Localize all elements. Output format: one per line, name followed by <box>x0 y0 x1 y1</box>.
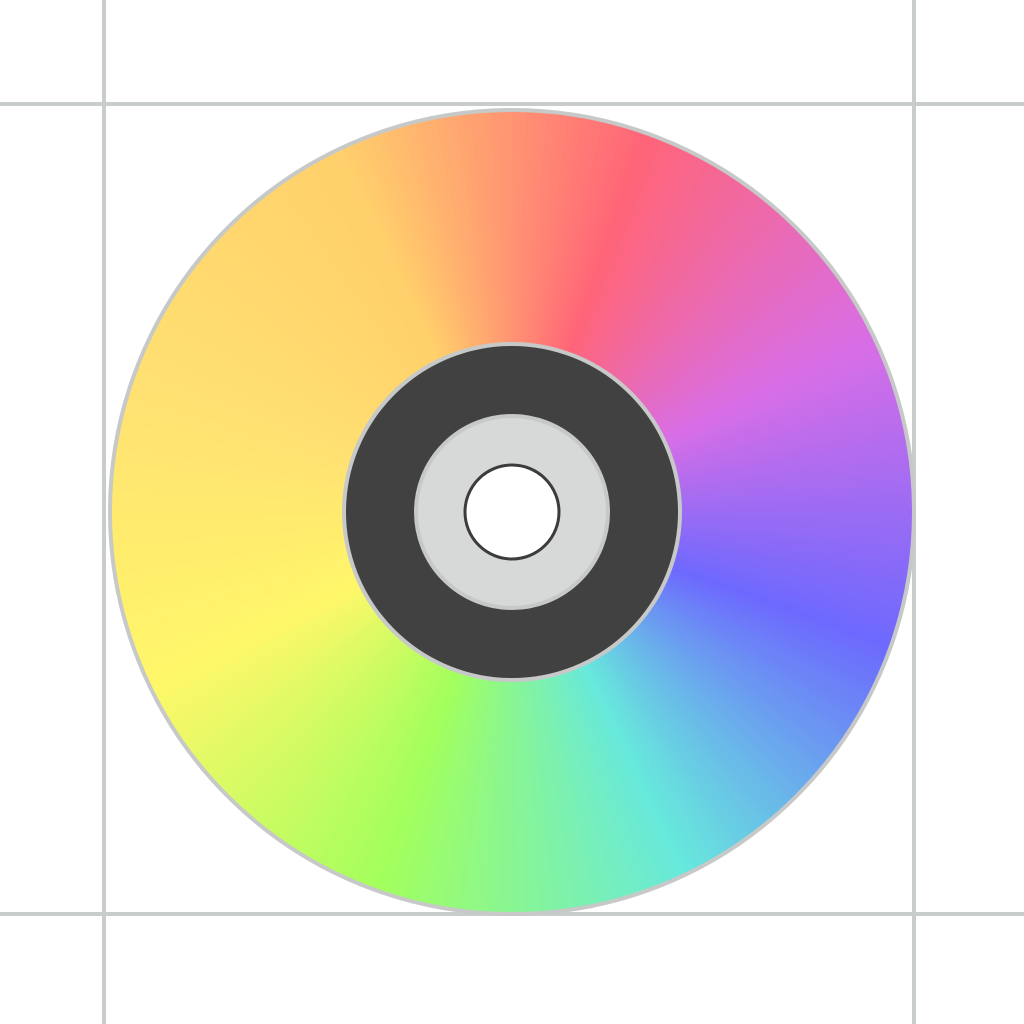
disc-hub <box>342 342 682 682</box>
optical-disc-icon <box>0 0 1024 1024</box>
icon-canvas <box>0 0 1024 1024</box>
spindle-hole <box>463 463 561 561</box>
